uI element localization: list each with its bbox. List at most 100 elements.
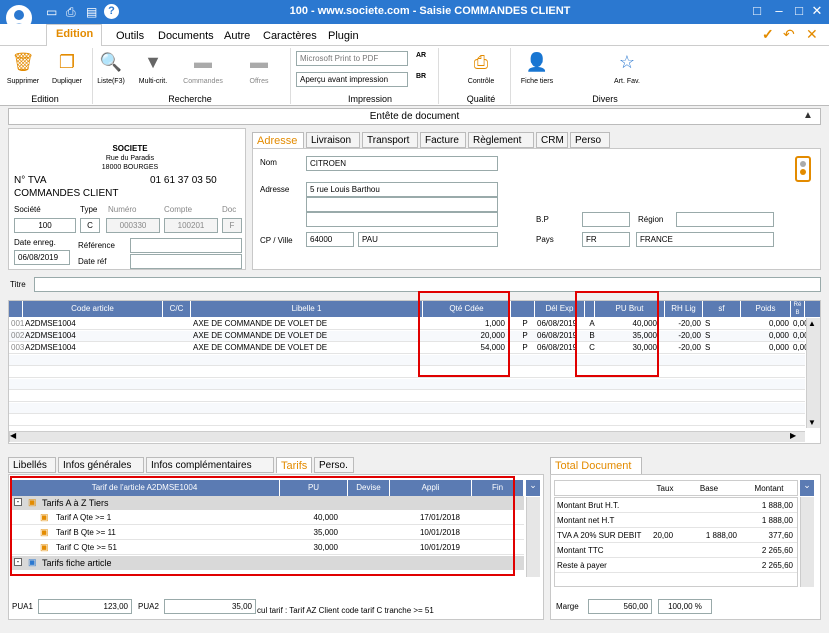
col-rh-header[interactable]: RH Lig bbox=[665, 301, 703, 317]
doc-field[interactable]: F bbox=[222, 218, 242, 233]
adresse-line1-field[interactable]: 5 rue Louis Barthou bbox=[306, 182, 498, 197]
tab-perso[interactable]: Perso bbox=[570, 132, 610, 148]
tarif-col-appli-header[interactable]: Appli bbox=[390, 480, 472, 496]
tab-livraison[interactable]: Livraison bbox=[306, 132, 360, 148]
print-icon[interactable]: ⎙ bbox=[66, 5, 76, 20]
tarif-col-pu-header[interactable]: PU bbox=[280, 480, 348, 496]
tarif-group-fiche[interactable]: - ▣ Tarifs fiche article bbox=[10, 556, 524, 570]
validate-icon[interactable]: ✓ bbox=[762, 26, 774, 43]
offres-button[interactable]: Offres bbox=[238, 78, 280, 85]
trash-icon[interactable]: 🗑 bbox=[8, 52, 38, 76]
tab-adresse[interactable]: Adresse bbox=[252, 132, 304, 148]
minimize-icon[interactable]: – bbox=[770, 2, 788, 20]
tarif-group-az[interactable]: - ▣ Tarifs A à Z Tiers bbox=[10, 496, 524, 510]
reference-field[interactable] bbox=[130, 238, 242, 253]
total-expand-icon[interactable]: ⌄ bbox=[800, 480, 814, 496]
br-button[interactable]: BR bbox=[416, 73, 426, 80]
pua2-field[interactable]: 35,00 bbox=[164, 599, 256, 614]
lines-hscrollbar[interactable] bbox=[9, 431, 805, 442]
contact-card-icon[interactable]: 👤 bbox=[522, 52, 552, 76]
close-icon[interactable]: ✕ bbox=[808, 2, 826, 20]
collapse-minus-icon[interactable]: - bbox=[14, 498, 22, 506]
tab-transport[interactable]: Transport bbox=[362, 132, 418, 148]
folder-offers-icon[interactable]: ▬ bbox=[244, 52, 274, 76]
controle-button[interactable]: Contrôle bbox=[458, 78, 504, 85]
pays-code-field[interactable]: FR bbox=[582, 232, 630, 247]
tarif-col-devise-header[interactable]: Devise bbox=[348, 480, 390, 496]
close-doc-icon[interactable]: ✕ bbox=[806, 26, 818, 43]
marge-pct-field[interactable]: 100,00 % bbox=[658, 599, 712, 614]
collapse-minus-icon[interactable]: - bbox=[14, 558, 22, 566]
list-f3-button[interactable]: Liste(F3) bbox=[92, 78, 130, 85]
search-icon[interactable]: 🔍 bbox=[96, 52, 126, 76]
total-vscrollbar[interactable] bbox=[800, 497, 814, 587]
col-sf-header[interactable]: sf bbox=[703, 301, 741, 317]
menu-outils[interactable]: Outils bbox=[116, 30, 144, 42]
tab-infos-generales[interactable]: Infos générales bbox=[58, 457, 144, 473]
menu-plugin[interactable]: Plugin bbox=[328, 30, 359, 42]
print-mode-select[interactable]: Aperçu avant impression bbox=[296, 72, 408, 87]
fiche-tiers-button[interactable]: Fiche tiers bbox=[512, 78, 562, 85]
multi-criteria-button[interactable]: Multi-crit. bbox=[132, 78, 174, 85]
tab-crm[interactable]: CRM bbox=[536, 132, 568, 148]
tarif-col-fin-header[interactable]: Fin bbox=[472, 480, 524, 496]
table-row[interactable]: 003 A2DMSE1004 AXE DE COMMANDE DE VOLET DE… bbox=[9, 343, 807, 354]
restore-icon[interactable]: □ bbox=[748, 2, 766, 20]
tarif-col-name-header[interactable]: Tarif de l'article A2DMSE1004 bbox=[10, 480, 280, 496]
table-row[interactable]: 001 A2DMSE1004 AXE DE COMMANDE DE VOLET DE… bbox=[9, 319, 807, 330]
pua1-field[interactable]: 123,00 bbox=[38, 599, 132, 614]
tab-total-document[interactable]: Total Document bbox=[550, 457, 642, 475]
menu-caracteres[interactable]: Caractères bbox=[263, 30, 317, 42]
col-r-header[interactable]: Ré B bbox=[791, 301, 805, 317]
col-cc-header[interactable]: C/C bbox=[163, 301, 191, 317]
tab-reglement[interactable]: Règlement bbox=[468, 132, 534, 148]
document-icon[interactable]: ▤ bbox=[86, 5, 97, 19]
region-field[interactable] bbox=[676, 212, 774, 227]
star-icon[interactable]: ☆ bbox=[612, 52, 642, 76]
col-qte-header[interactable]: Qté Cdée bbox=[423, 301, 511, 317]
lines-vscrollbar[interactable] bbox=[806, 318, 820, 428]
tarif-expand-icon[interactable]: ⌄ bbox=[526, 480, 540, 496]
ville-field[interactable]: PAU bbox=[358, 232, 498, 247]
numero-field[interactable]: 000330 bbox=[106, 218, 160, 233]
scroll-right-icon[interactable]: ▶ bbox=[790, 431, 796, 440]
duplicate-button[interactable]: Dupliquer bbox=[46, 78, 88, 85]
tarif-vscrollbar[interactable] bbox=[526, 497, 540, 577]
date-enreg-field[interactable]: 06/08/2019 bbox=[14, 250, 70, 265]
undo-icon[interactable]: ↶ bbox=[783, 26, 795, 43]
date-ref-field[interactable] bbox=[130, 254, 242, 269]
pays-field[interactable]: FRANCE bbox=[636, 232, 774, 247]
marge-field[interactable]: 560,00 bbox=[588, 599, 652, 614]
compte-field[interactable]: 100201 bbox=[164, 218, 218, 233]
tarif-row[interactable]: ▣ Tarif C Qte >= 51 30,000 10/01/2019 bbox=[10, 540, 524, 555]
collapse-triangle-icon[interactable]: ▲ bbox=[803, 110, 813, 121]
delete-button[interactable]: Supprimer bbox=[2, 78, 44, 85]
menu-autre[interactable]: Autre bbox=[224, 30, 250, 42]
cp-field[interactable]: 64000 bbox=[306, 232, 354, 247]
col-poids-header[interactable]: Poids bbox=[741, 301, 791, 317]
tab-facture[interactable]: Facture bbox=[420, 132, 466, 148]
help-icon[interactable]: ? bbox=[104, 4, 119, 19]
adresse-line2-field[interactable] bbox=[306, 197, 498, 212]
tarif-row[interactable]: ▣ Tarif B Qte >= 11 35,000 10/01/2018 bbox=[10, 525, 524, 540]
type-field[interactable]: C bbox=[80, 218, 100, 233]
tab-libelles[interactable]: Libellés bbox=[8, 457, 56, 473]
folder-icon[interactable]: ▬ bbox=[188, 52, 218, 76]
filter-icon[interactable]: ▼ bbox=[138, 52, 168, 76]
col-pu-header[interactable]: PU Brut bbox=[595, 301, 665, 317]
menu-documents[interactable]: Documents bbox=[158, 30, 214, 42]
scroll-up-icon[interactable]: ▲ bbox=[808, 319, 816, 328]
ar-button[interactable]: AR bbox=[416, 52, 426, 59]
bp-field[interactable] bbox=[582, 212, 630, 227]
tab-perso-bottom[interactable]: Perso. bbox=[314, 457, 354, 473]
menu-edition[interactable]: Edition bbox=[56, 28, 93, 40]
table-row[interactable]: 002 A2DMSE1004 AXE DE COMMANDE DE VOLET DE… bbox=[9, 331, 807, 342]
societe-field[interactable]: 100 bbox=[14, 218, 76, 233]
control-icon[interactable]: ⎙ bbox=[466, 52, 496, 76]
scroll-down-icon[interactable]: ▼ bbox=[808, 418, 816, 427]
adresse-line3-field[interactable] bbox=[306, 212, 498, 227]
printer-select[interactable]: Microsoft Print to PDF bbox=[296, 51, 408, 66]
titre-field[interactable] bbox=[34, 277, 821, 292]
maximize-icon[interactable]: □ bbox=[790, 2, 808, 20]
duplicate-icon[interactable]: ❐ bbox=[52, 52, 82, 76]
